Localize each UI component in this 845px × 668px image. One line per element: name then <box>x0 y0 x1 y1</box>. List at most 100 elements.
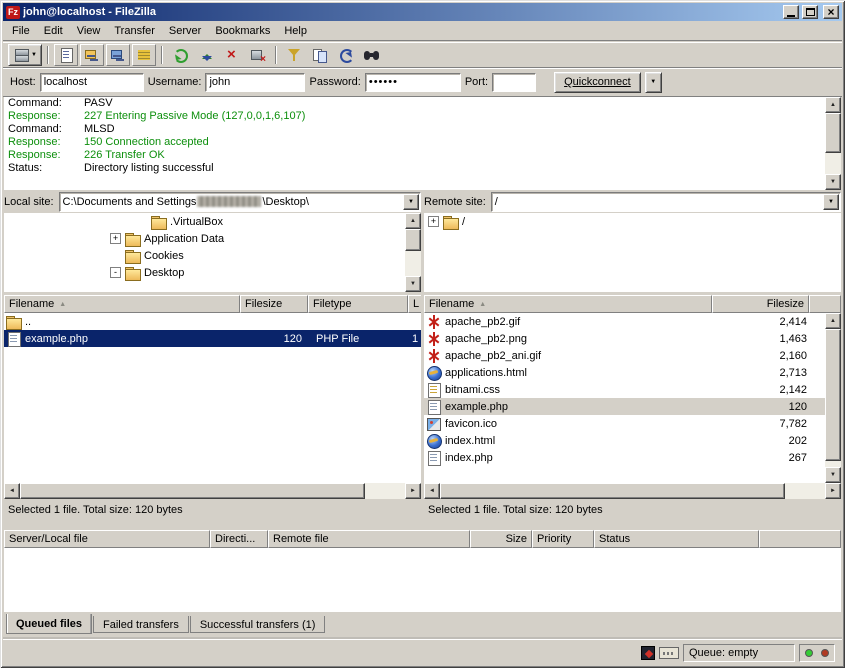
tree-item-root[interactable]: + / <box>424 213 841 230</box>
remote-file-row[interactable]: favicon.ico7,782 <box>424 415 841 432</box>
find-files-button[interactable] <box>360 44 384 66</box>
remote-site-dropdown-button[interactable]: ▼ <box>823 194 839 210</box>
remote-file-row[interactable]: apache_pb2_ani.gif2,160 <box>424 347 841 364</box>
local-site-combo[interactable]: C:\Documents and Settings\Desktop\ ▼ <box>59 192 421 212</box>
column-header-filename[interactable]: Filename▲ <box>424 295 712 313</box>
column-header-priority[interactable]: Priority <box>532 530 594 548</box>
local-site-row: Local site: C:\Documents and Settings\De… <box>4 191 421 212</box>
port-input[interactable] <box>492 73 536 92</box>
minimize-button[interactable] <box>783 5 799 19</box>
menu-item-transfer[interactable]: Transfer <box>107 23 162 39</box>
toggle-message-log-button[interactable] <box>54 44 78 66</box>
disconnect-button[interactable] <box>246 44 270 66</box>
titlebar[interactable]: Fz john@localhost - FileZilla × <box>3 3 842 21</box>
menu-item-file[interactable]: File <box>5 23 37 39</box>
column-header-filename[interactable]: Filename▲ <box>4 295 240 313</box>
html-file-icon <box>426 434 442 448</box>
local-file-row-selected[interactable]: example.php 120 PHP File 1 <box>4 330 421 347</box>
scrollbar-thumb[interactable] <box>440 483 785 499</box>
remote-horizontal-scrollbar[interactable]: ◄ ► <box>424 483 841 499</box>
directory-comparison-button[interactable] <box>308 44 332 66</box>
scrollbar-thumb[interactable] <box>405 229 421 251</box>
local-file-row[interactable]: .. <box>4 313 421 330</box>
refresh-button[interactable] <box>168 44 192 66</box>
column-header-server-local-file[interactable]: Server/Local file <box>4 530 210 548</box>
log-line: Command:PASV <box>4 97 841 110</box>
process-queue-button[interactable] <box>194 44 218 66</box>
host-input[interactable] <box>40 73 144 92</box>
expand-icon[interactable]: + <box>110 233 121 244</box>
scrollbar-thumb[interactable] <box>825 329 841 461</box>
password-label: Password: <box>309 76 360 88</box>
local-horizontal-scrollbar[interactable]: ◄ ► <box>4 483 421 499</box>
column-header-status[interactable]: Status <box>594 530 759 548</box>
scroll-right-icon[interactable]: ► <box>405 483 421 499</box>
scroll-left-icon[interactable]: ◄ <box>4 483 20 499</box>
scroll-up-icon[interactable]: ▲ <box>825 97 841 113</box>
quickconnect-button[interactable]: Quickconnect <box>554 72 641 93</box>
column-header-filesize[interactable]: Filesize <box>240 295 308 313</box>
tree-item-cookies[interactable]: Cookies <box>4 247 421 264</box>
tab-successful-transfers[interactable]: Successful transfers (1) <box>190 616 326 633</box>
tree-item-application-data[interactable]: + Application Data <box>4 230 421 247</box>
column-header-filetype[interactable]: Filetype <box>308 295 408 313</box>
scroll-down-icon[interactable]: ▼ <box>405 276 421 292</box>
tab-queued-files[interactable]: Queued files <box>6 614 92 634</box>
remote-status-text: Selected 1 file. Total size: 120 bytes <box>424 499 841 520</box>
menu-item-bookmarks[interactable]: Bookmarks <box>208 23 277 39</box>
menu-item-view[interactable]: View <box>70 23 108 39</box>
remote-vertical-scrollbar[interactable]: ▲ ▼ <box>825 313 841 483</box>
remote-file-row[interactable]: applications.html2,713 <box>424 364 841 381</box>
menu-item-help[interactable]: Help <box>277 23 314 39</box>
column-header-filesize[interactable]: Filesize <box>712 295 809 313</box>
site-manager-button[interactable]: ▼ <box>8 44 42 66</box>
column-header-size[interactable]: Size <box>470 530 532 548</box>
password-input[interactable] <box>365 73 461 92</box>
column-header-remote-file[interactable]: Remote file <box>268 530 470 548</box>
toggle-remote-tree-button[interactable] <box>106 44 130 66</box>
expand-icon[interactable]: + <box>428 216 439 227</box>
scroll-right-icon[interactable]: ► <box>825 483 841 499</box>
scroll-down-icon[interactable]: ▼ <box>825 174 841 190</box>
remote-site-combo[interactable]: / ▼ <box>491 192 841 212</box>
remote-file-row[interactable]: apache_pb2.gif2,414 <box>424 313 841 330</box>
column-header-lastmodified[interactable]: L <box>408 295 421 313</box>
scroll-up-icon[interactable]: ▲ <box>825 313 841 329</box>
tree-item-virtualbox[interactable]: .VirtualBox <box>4 213 421 230</box>
file-size: 2,713 <box>712 367 807 379</box>
remote-file-row-selected[interactable]: example.php120 <box>424 398 825 415</box>
local-site-dropdown-button[interactable]: ▼ <box>403 194 419 210</box>
menu-item-edit[interactable]: Edit <box>37 23 70 39</box>
toggle-transfer-queue-button[interactable] <box>132 44 156 66</box>
column-label: Filename <box>9 298 54 310</box>
port-label: Port: <box>465 76 488 88</box>
local-directory-tree: .VirtualBox + Application Data Cookies -… <box>4 213 421 292</box>
filter-button[interactable] <box>282 44 306 66</box>
tree-item-desktop[interactable]: - Desktop <box>4 264 421 281</box>
synchronized-browsing-button[interactable] <box>334 44 358 66</box>
remote-file-row[interactable]: index.html202 <box>424 432 841 449</box>
scrollbar-thumb[interactable] <box>825 113 841 153</box>
quickconnect-dropdown-button[interactable]: ▼ <box>645 72 662 93</box>
local-tree-scrollbar[interactable]: ▲ ▼ <box>405 213 421 292</box>
scrollbar-thumb[interactable] <box>20 483 365 499</box>
scroll-up-icon[interactable]: ▲ <box>405 213 421 229</box>
close-button[interactable]: × <box>823 5 839 19</box>
maximize-button[interactable] <box>802 5 818 19</box>
cancel-transfer-button[interactable] <box>220 44 244 66</box>
username-input[interactable] <box>205 73 305 92</box>
remote-file-row[interactable]: index.php267 <box>424 449 841 466</box>
tab-failed-transfers[interactable]: Failed transfers <box>93 616 189 633</box>
file-name: apache_pb2_ani.gif <box>445 350 712 362</box>
column-header-direction[interactable]: Directi... <box>210 530 268 548</box>
remote-file-row[interactable]: apache_pb2.png1,463 <box>424 330 841 347</box>
scroll-left-icon[interactable]: ◄ <box>424 483 440 499</box>
log-line: Response:150 Connection accepted <box>4 136 841 149</box>
toggle-local-tree-button[interactable] <box>80 44 104 66</box>
quickconnect-bar: Host: Username: Password: Port: Quickcon… <box>3 68 842 97</box>
collapse-icon[interactable]: - <box>110 267 121 278</box>
log-scrollbar[interactable]: ▲ ▼ <box>825 97 841 190</box>
remote-file-row[interactable]: bitnami.css2,142 <box>424 381 841 398</box>
menu-item-server[interactable]: Server <box>162 23 208 39</box>
scroll-down-icon[interactable]: ▼ <box>825 467 841 483</box>
